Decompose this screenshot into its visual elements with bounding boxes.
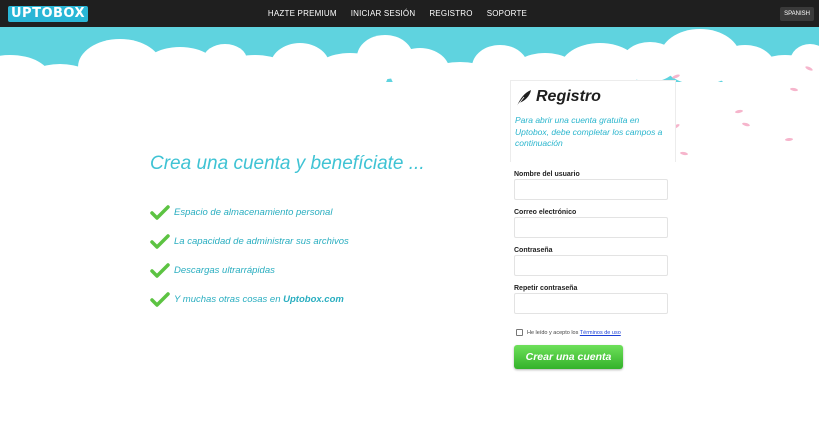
nav-registro[interactable]: REGISTRO bbox=[429, 9, 472, 18]
feature-text: Y muchas otras cosas en Uptobox.com bbox=[174, 294, 344, 305]
repeat-password-label: Repetir contraseña bbox=[514, 285, 578, 292]
terms-checkbox[interactable] bbox=[516, 329, 523, 336]
email-label: Correo electrónico bbox=[514, 209, 577, 216]
checkmark-icon bbox=[150, 204, 170, 220]
nav-soporte[interactable]: SOPORTE bbox=[487, 9, 527, 18]
feather-pen-icon bbox=[516, 90, 531, 107]
feature-text-prefix: Y muchas otras cosas en bbox=[174, 294, 284, 305]
language-selector[interactable]: SPANISH bbox=[780, 7, 814, 21]
list-item: La capacidad de administrar sus archivos bbox=[150, 227, 349, 256]
feature-text: Descargas ultrarrápidas bbox=[174, 265, 275, 276]
feature-text: La capacidad de administrar sus archivos bbox=[174, 236, 349, 247]
form-description: Para abrir una cuenta gratuita en Uptobo… bbox=[515, 115, 663, 148]
brand-name: Uptobox.com bbox=[283, 294, 344, 305]
form-title: Registro bbox=[536, 88, 601, 105]
petal-decoration bbox=[784, 137, 794, 142]
checkmark-icon bbox=[150, 291, 170, 307]
registration-form: Registro Para abrir una cuenta gratuita … bbox=[510, 80, 676, 380]
form-header: Registro Para abrir una cuenta gratuita … bbox=[510, 80, 676, 162]
petal-decoration bbox=[679, 151, 689, 156]
terms-text: He leído y acepto los Términos de uso bbox=[527, 330, 621, 336]
petal-decoration bbox=[734, 109, 744, 114]
checkmark-icon bbox=[150, 233, 170, 249]
feature-text: Espacio de almacenamiento personal bbox=[174, 207, 333, 218]
password-label: Contraseña bbox=[514, 247, 553, 254]
repeat-password-input[interactable] bbox=[514, 293, 668, 314]
top-navigation-bar: UPTOBOX HAZTE PREMIUM INICIAR SESIÓN REG… bbox=[0, 0, 819, 27]
nav-iniciar-sesion[interactable]: INICIAR SESIÓN bbox=[351, 9, 416, 18]
main-nav: HAZTE PREMIUM INICIAR SESIÓN REGISTRO SO… bbox=[0, 0, 819, 27]
email-input[interactable] bbox=[514, 217, 668, 238]
username-label: Nombre del usuario bbox=[514, 171, 580, 178]
terms-prefix: He leído y acepto los bbox=[527, 329, 580, 336]
create-account-button[interactable]: Crear una cuenta bbox=[514, 345, 623, 369]
petal-decoration bbox=[789, 87, 799, 92]
nav-hazte-premium[interactable]: HAZTE PREMIUM bbox=[268, 9, 337, 18]
checkmark-icon bbox=[150, 262, 170, 278]
page-headline: Crea una cuenta y benefíciate ... bbox=[150, 153, 425, 174]
feature-list: Espacio de almacenamiento personal La ca… bbox=[150, 198, 349, 314]
terms-link[interactable]: Términos de uso bbox=[580, 330, 621, 336]
list-item: Descargas ultrarrápidas bbox=[150, 256, 349, 285]
list-item: Espacio de almacenamiento personal bbox=[150, 198, 349, 227]
terms-row: He leído y acepto los Términos de uso bbox=[516, 329, 621, 336]
password-input[interactable] bbox=[514, 255, 668, 276]
list-item: Y muchas otras cosas en Uptobox.com bbox=[150, 285, 349, 314]
username-input[interactable] bbox=[514, 179, 668, 200]
cloud-banner bbox=[0, 27, 819, 90]
petal-decoration bbox=[741, 122, 751, 127]
